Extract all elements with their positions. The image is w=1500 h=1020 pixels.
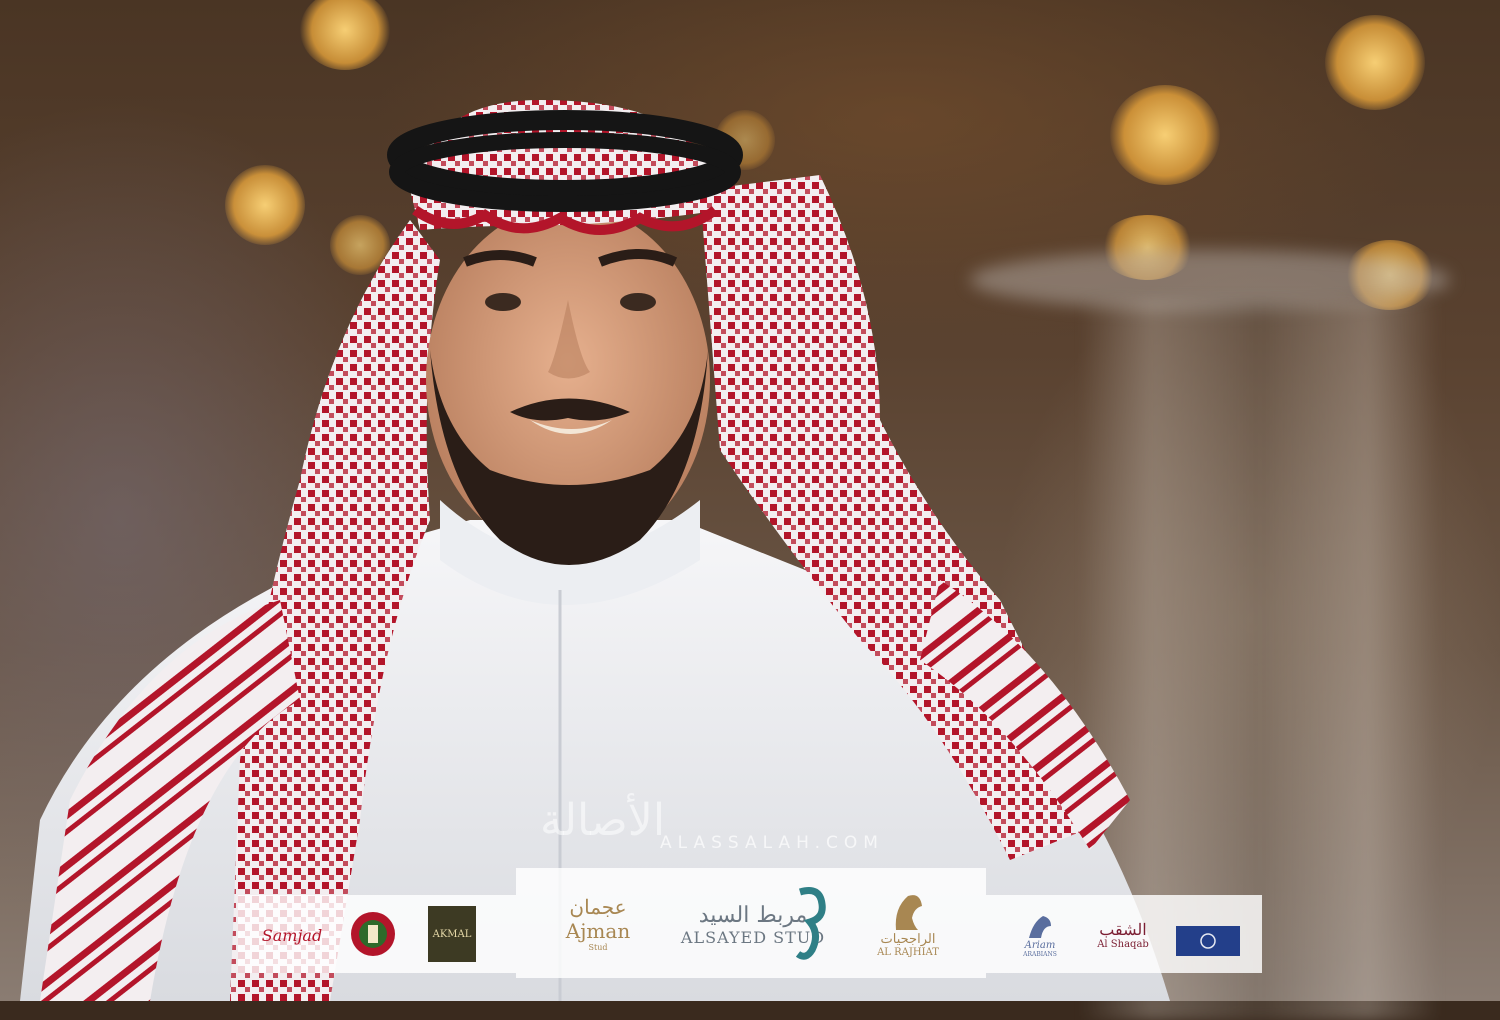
al-shaqab-logo: الشقب Al Shaqab: [1097, 920, 1149, 950]
watermark-site: ALASSALAH.COM: [660, 833, 884, 853]
akmal-logo: AKMAL: [428, 906, 476, 962]
samjad-logo: Samjad: [261, 925, 323, 945]
ajman-stud-logo: عجمان Ajman Stud: [565, 894, 631, 952]
ariam-arabians-logo: Ariam ARABIANS: [1010, 905, 1070, 965]
crest-logo: [345, 906, 401, 962]
watermark: الأصالة ALASSALAH.COM: [540, 795, 980, 865]
watermark-arabic: الأصالة: [540, 795, 666, 846]
seahorse-icon: [795, 887, 826, 960]
horse-icon: [1029, 916, 1051, 938]
monogram-icon: [1200, 933, 1216, 949]
blue-badge-logo: [1176, 926, 1240, 956]
horse-head-icon: [895, 895, 922, 930]
al-rajhiat-logo: الراجحيات AL RAJHIAT: [868, 878, 948, 968]
